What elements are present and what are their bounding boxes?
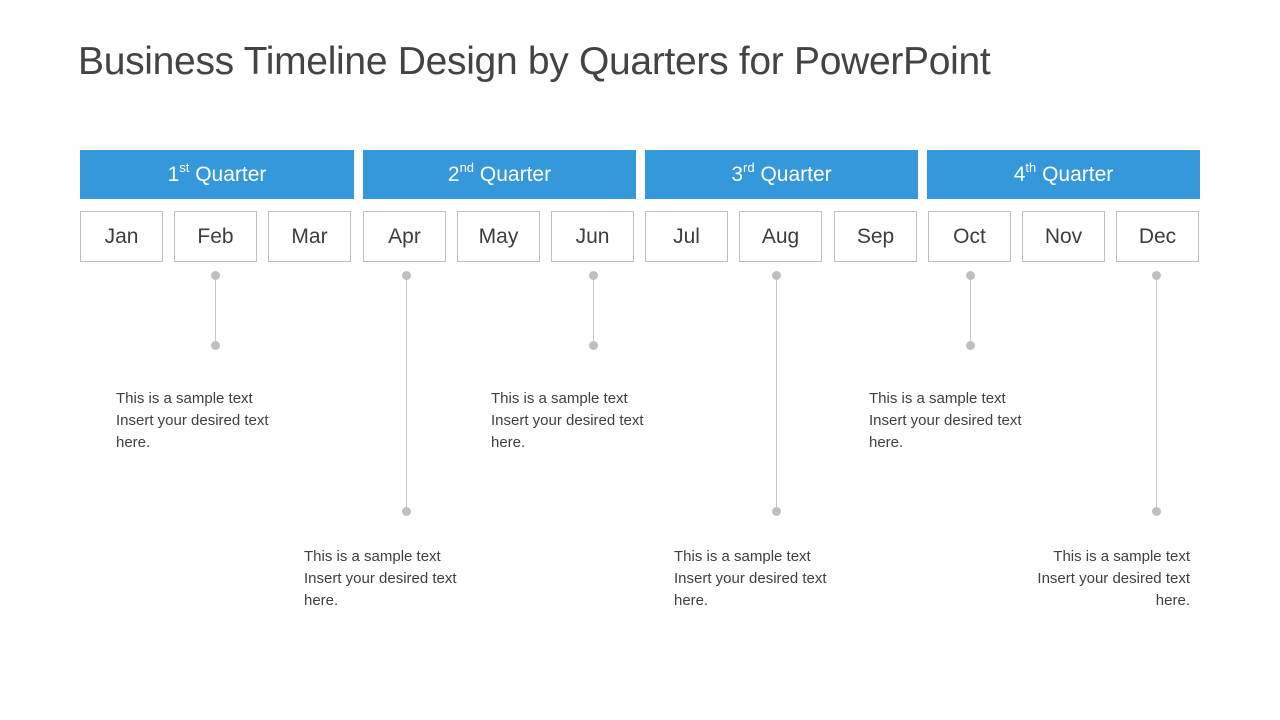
month-box-jun[interactable]: Jun [551,211,634,262]
quarter-word-4: Quarter [1042,162,1114,186]
quarter-ordinal-3: rd [743,159,755,175]
connector-aug [772,270,781,516]
milestone-text-line: here. [491,434,526,451]
connector-apr [402,270,411,516]
quarter-word-2: Quarter [479,162,552,186]
milestone-text-line: here. [674,592,709,609]
milestone-text-aug: This is a sample text Insert your desire… [674,546,934,612]
quarter-label-2: 2nd Quarter [447,159,552,187]
connector-dot-bottom-aug [772,506,781,516]
milestone-text-line: here. [116,434,151,451]
connector-dot-top-jun [589,270,598,280]
connector-feb [211,270,220,350]
month-box-apr[interactable]: Apr [363,211,446,262]
milestone-text-jun: This is a sample text Insert your desire… [491,388,751,454]
quarter-bar-3[interactable]: 3rd Quarter [645,150,918,199]
milestone-text-dec: This is a sample text Insert your desire… [930,546,1190,612]
quarter-number-1: 1 [167,162,180,186]
milestone-text-line: This is a sample text [116,390,253,407]
month-box-oct[interactable]: Oct [928,211,1011,262]
connector-line-feb [215,275,216,345]
quarter-ordinal-1: st [179,159,190,175]
month-box-may[interactable]: May [457,211,540,262]
connector-dot-top-feb [211,270,220,280]
milestone-text-line: This is a sample text [1053,548,1190,565]
connector-line-apr [406,275,407,511]
connector-dec [1152,270,1161,516]
quarter-ordinal-4: th [1025,159,1037,175]
month-box-dec[interactable]: Dec [1116,211,1199,262]
quarter-word-3: Quarter [760,162,832,186]
month-box-nov[interactable]: Nov [1022,211,1105,262]
connector-dot-top-oct [966,270,975,280]
connector-line-aug [776,275,777,511]
quarter-number-4: 4 [1013,162,1026,186]
milestone-text-apr: This is a sample text Insert your desire… [304,546,564,612]
milestone-text-feb: This is a sample text Insert your desire… [116,388,376,454]
quarter-label-1: 1st Quarter [167,159,267,187]
quarter-number-3: 3 [731,162,744,186]
month-box-jan[interactable]: Jan [80,211,163,262]
connector-dot-bottom-oct [966,340,975,350]
quarter-number-2: 2 [447,162,460,186]
connector-line-dec [1156,275,1157,511]
quarter-bar-2[interactable]: 2nd Quarter [363,150,636,199]
page-title: Business Timeline Design by Quarters for… [78,40,991,83]
connector-oct [966,270,975,350]
milestone-text-line: here. [304,592,339,609]
milestone-text-line: This is a sample text [304,548,441,565]
milestone-text-line: Insert your desired text [116,412,269,429]
milestone-text-line: Insert your desired text [304,570,457,587]
connector-line-jun [593,275,594,345]
connector-dot-bottom-apr [402,506,411,516]
month-box-mar[interactable]: Mar [268,211,351,262]
timeline-slide: Business Timeline Design by Quarters for… [0,0,1280,720]
connector-dot-top-dec [1152,270,1161,280]
milestone-text-line: Insert your desired text [1037,570,1190,587]
milestone-text-line: This is a sample text [869,390,1006,407]
month-box-sep[interactable]: Sep [834,211,917,262]
quarter-word-1: Quarter [195,162,267,186]
milestone-text-line: This is a sample text [491,390,628,407]
quarter-bar-4[interactable]: 4th Quarter [927,150,1200,199]
milestone-text-line: Insert your desired text [491,412,644,429]
connector-jun [589,270,598,350]
milestone-text-line: Insert your desired text [674,570,827,587]
milestone-text-line: here. [1155,592,1190,609]
connector-dot-top-aug [772,270,781,280]
milestone-text-oct: This is a sample text Insert your desire… [869,388,1129,454]
month-box-aug[interactable]: Aug [739,211,822,262]
connector-dot-bottom-feb [211,340,220,350]
month-box-feb[interactable]: Feb [174,211,257,262]
quarter-bar-1[interactable]: 1st Quarter [80,150,354,199]
month-box-jul[interactable]: Jul [645,211,728,262]
connector-dot-bottom-dec [1152,506,1161,516]
connector-dot-bottom-jun [589,340,598,350]
milestone-text-line: Insert your desired text [869,412,1022,429]
quarter-label-4: 4th Quarter [1013,159,1114,187]
milestone-text-line: This is a sample text [674,548,811,565]
quarter-label-3: 3rd Quarter [731,159,832,187]
connector-dot-top-apr [402,270,411,280]
milestone-text-line: here. [869,434,904,451]
connector-line-oct [970,275,971,345]
quarter-ordinal-2: nd [459,159,475,175]
